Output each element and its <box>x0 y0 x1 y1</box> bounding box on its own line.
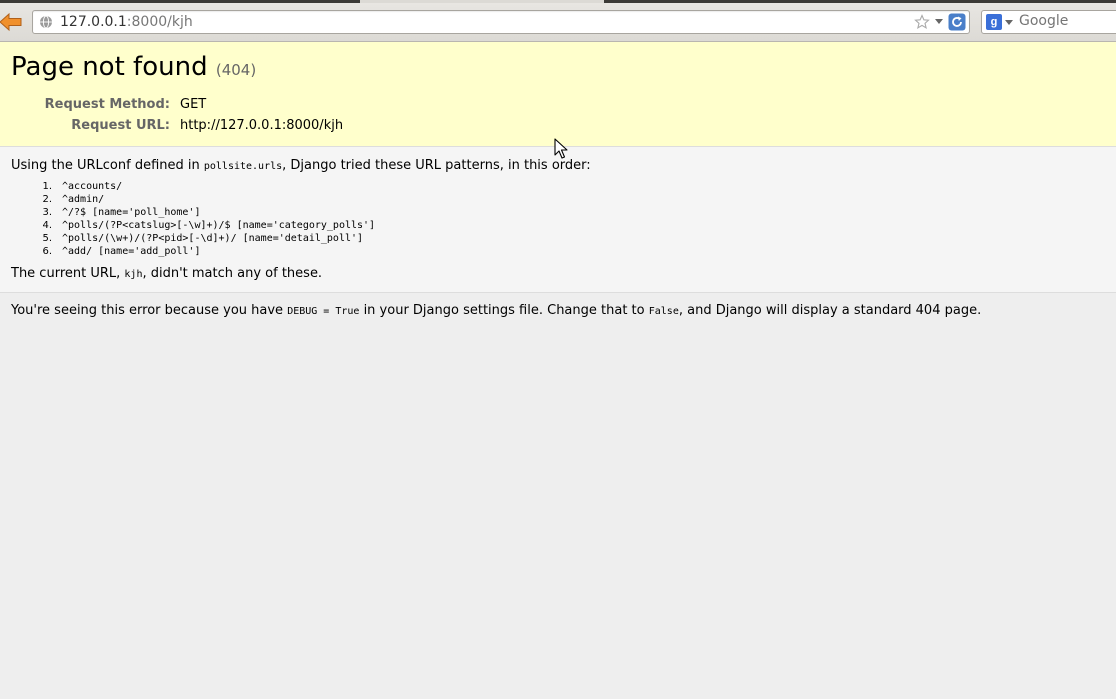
urlconf-description: Using the URLconf defined in pollsite.ur… <box>11 158 591 173</box>
request-method-label: Request Method: <box>44 97 170 112</box>
pattern-number: 4. <box>42 220 52 231</box>
bookmark-star-icon[interactable] <box>914 14 930 30</box>
page-title: Page not found (404) <box>11 52 256 82</box>
page-title-text: Page not found <box>11 52 208 82</box>
pattern-text: ^add/ [name='add_poll'] <box>62 246 201 257</box>
reload-icon[interactable] <box>948 13 966 31</box>
pattern-text: ^polls/(?P<catslug>[-\w]+)/$ [name='cate… <box>62 220 376 231</box>
request-method-value: GET <box>180 97 207 112</box>
status-code: (404) <box>215 61 257 79</box>
debug-setting: DEBUG = True <box>287 306 360 317</box>
error-summary: Page not found (404) Request Method: GET… <box>0 42 1116 147</box>
active-tab[interactable] <box>360 0 604 3</box>
urlconf-suffix: , Django tried these URL patterns, in th… <box>282 158 591 173</box>
url-path: :8000/kjh <box>126 14 193 30</box>
pattern-number: 1. <box>42 181 52 192</box>
urlconf-prefix: Using the URLconf defined in <box>11 158 204 173</box>
request-url-row: Request URL: http://127.0.0.1:8000/kjh <box>0 118 1116 134</box>
request-url-label: Request URL: <box>71 118 170 133</box>
globe-icon <box>40 15 52 29</box>
current-url-suffix: , didn't match any of these. <box>142 266 323 281</box>
pattern-text: ^/?$ [name='poll_home'] <box>62 207 201 218</box>
pattern-text: ^admin/ <box>62 194 105 205</box>
request-url-value: http://127.0.0.1:8000/kjh <box>180 118 344 133</box>
current-url-message: The current URL, kjh, didn't match any o… <box>11 266 322 281</box>
explanation-prefix: You're seeing this error because you hav… <box>11 303 288 318</box>
back-button[interactable] <box>0 12 22 32</box>
pattern-number: 5. <box>42 233 52 244</box>
current-url: kjh <box>124 269 143 280</box>
url-host: 127.0.0.1 <box>60 14 127 30</box>
address-text[interactable]: 127.0.0.1:8000/kjh <box>60 14 193 30</box>
tab-strip <box>0 0 1116 3</box>
explanation-middle: in your Django settings file. Change tha… <box>359 303 649 318</box>
urlconf-module: pollsite.urls <box>203 161 283 172</box>
pattern-number: 2. <box>42 194 52 205</box>
false-value: False <box>648 306 679 317</box>
debug-explanation: You're seeing this error because you hav… <box>11 303 981 318</box>
search-bar[interactable]: g <box>981 10 1116 34</box>
pattern-text: ^accounts/ <box>62 181 123 192</box>
google-icon[interactable]: g <box>986 14 1002 30</box>
browser-toolbar: 127.0.0.1:8000/kjh g <box>0 0 1116 42</box>
url-patterns-section: Using the URLconf defined in pollsite.ur… <box>0 147 1116 293</box>
request-method-row: Request Method: GET <box>0 97 1116 113</box>
explanation-suffix: , and Django will display a standard 404… <box>678 303 982 318</box>
current-url-prefix: The current URL, <box>11 266 125 281</box>
pattern-text: ^polls/(\w+)/(?P<pid>[-\d]+)/ [name='det… <box>62 233 364 244</box>
mouse-cursor-icon <box>554 138 568 159</box>
search-input[interactable] <box>1019 13 1114 29</box>
search-engine-dropdown-icon[interactable] <box>1005 20 1013 25</box>
pattern-number: 6. <box>42 246 52 257</box>
history-dropdown-icon[interactable] <box>935 19 943 24</box>
address-bar[interactable]: 127.0.0.1:8000/kjh <box>32 10 970 34</box>
pattern-number: 3. <box>42 207 52 218</box>
back-arrow-icon <box>0 12 22 32</box>
